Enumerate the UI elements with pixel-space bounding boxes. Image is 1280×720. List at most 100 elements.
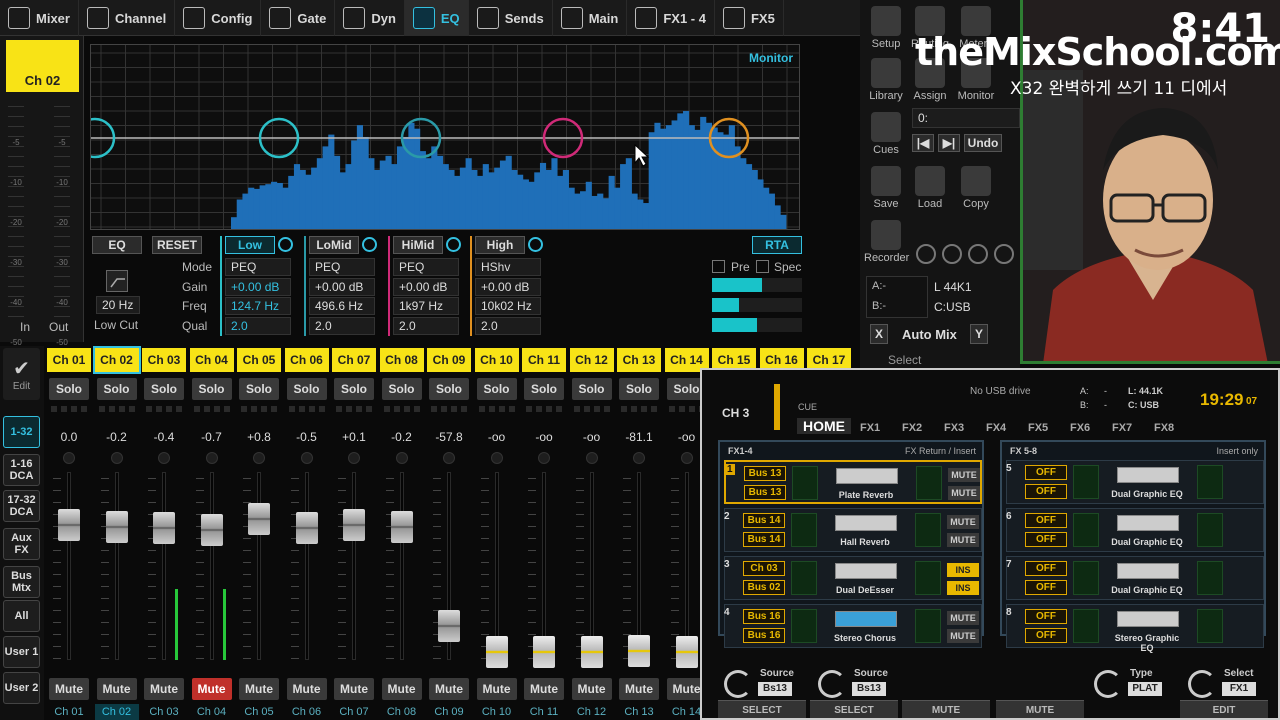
x32-tab-fx3[interactable]: FX3 [944,422,964,434]
power-icon[interactable] [446,237,461,252]
band-lomid-button[interactable]: LoMid [309,236,359,254]
layer-user-2-button[interactable]: User 2 [3,672,40,704]
band-freq-field[interactable]: 496.6 Hz [309,297,375,315]
solo-button[interactable]: Solo [381,378,422,400]
pan-knob[interactable] [680,452,693,464]
mute-button[interactable]: MUTE [947,611,979,625]
band-gain-field[interactable]: +0.00 dB [225,277,291,296]
rewind-icon[interactable] [968,244,988,264]
solo-button[interactable]: Solo [524,378,564,400]
lowcut-freq[interactable]: 20 Hz [96,296,140,314]
strip-name[interactable]: Ch 01 [47,348,91,372]
pan-knob[interactable] [205,452,218,464]
strip-name[interactable]: Ch 02 [92,346,141,374]
solo-button[interactable]: Solo [144,378,184,400]
band-mode-field[interactable]: PEQ [309,258,375,276]
pre-checkbox[interactable] [712,260,725,273]
fx-source-b[interactable]: OFF [1025,532,1067,547]
fader-cap[interactable] [580,636,603,669]
encoder-knob-icon[interactable] [1094,670,1122,698]
channel-select[interactable]: Ch 02 [6,40,79,92]
band-freq-field[interactable]: 10k02 Hz [475,297,541,315]
panel-recorder-button[interactable]: Recorder [864,220,909,264]
encoder-knob-icon[interactable] [1188,670,1216,698]
layer-17-32-dca-button[interactable]: 17-32 DCA [3,490,40,522]
x32-tab-fx4[interactable]: FX4 [986,422,1006,434]
solo-button[interactable]: Solo [476,378,517,400]
pan-knob[interactable] [443,452,455,464]
band-low-button[interactable]: Low [225,236,275,254]
pan-knob[interactable] [253,452,265,464]
fx-slot-row[interactable]: 2 Bus 14 Bus 14 Hall Reverb MUTE MUTE [724,508,982,552]
strip-name[interactable]: Ch 13 [617,348,661,372]
spec-checkbox[interactable] [756,260,769,273]
fx-source-b[interactable]: OFF [1025,580,1067,595]
tab-sends[interactable]: Sends [469,0,553,36]
x32-tab-fx8[interactable]: FX8 [1154,422,1174,434]
x32-tab-home[interactable]: HOME [797,418,851,434]
solo-button[interactable]: Solo [191,378,232,400]
tab-mixer[interactable]: Mixer [0,0,79,36]
edit-button[interactable]: ✔ Edit [3,348,40,400]
tab-config[interactable]: Config [175,0,262,36]
eq-button[interactable]: EQ [92,236,142,254]
strip-name[interactable]: Ch 09 [427,348,471,372]
band-high-button[interactable]: High [475,236,525,254]
fx-source-b[interactable]: Bus 16 [743,628,785,643]
fader-cap[interactable] [295,512,318,545]
strip-name[interactable]: Ch 07 [332,348,376,372]
layer-bus-mtx-button[interactable]: Bus Mtx [3,566,40,598]
fx-source-a[interactable]: OFF [1025,465,1067,480]
band-mode-field[interactable]: PEQ [393,258,459,276]
mute-button[interactable]: Mute [239,678,279,700]
strip-name[interactable]: Ch 05 [237,348,281,372]
fx-slot-row[interactable]: 5 OFF OFF Dual Graphic EQ [1006,460,1264,504]
layer-1-32-button[interactable]: 1-32 [3,416,40,448]
strip-name[interactable]: Ch 08 [379,348,424,372]
x32-tab-fx2[interactable]: FX2 [902,422,922,434]
x32-tab-fx7[interactable]: FX7 [1112,422,1132,434]
x-button[interactable]: X [870,324,888,344]
lowcut-icon[interactable] [106,270,128,292]
pan-knob[interactable] [63,452,75,464]
monitor-label[interactable]: Monitor [749,51,793,65]
tab-fx1-4[interactable]: FX1 - 4 [627,0,715,36]
fader-cap[interactable] [675,636,698,669]
strip-name[interactable]: Ch 10 [474,348,519,372]
fader-cap[interactable] [153,512,175,545]
undo-button[interactable]: Undo [964,134,1002,152]
panel-save-button[interactable]: Save [864,166,908,210]
pan-knob[interactable] [395,452,408,464]
mute-button[interactable]: Mute [571,678,612,700]
reset-button[interactable]: RESET [152,236,202,254]
encoder-knob-icon[interactable] [724,670,752,698]
tab-gate[interactable]: Gate [261,0,336,36]
panel-setup-button[interactable]: Setup [864,6,908,50]
layer-all-button[interactable]: All [3,600,40,632]
fader-cap[interactable] [200,514,223,547]
power-icon[interactable] [362,237,377,252]
band-gain-field[interactable]: +0.00 dB [475,277,541,296]
cue-field[interactable]: 0: [912,108,1020,128]
mute-button[interactable]: Mute [144,678,184,700]
pan-knob[interactable] [538,452,550,464]
mute-button[interactable]: Mute [191,678,232,700]
solo-button[interactable]: Solo [96,378,137,400]
stop-icon[interactable] [916,244,936,264]
x32-select-button[interactable]: SELECT [810,700,898,718]
strip-name[interactable]: Ch 12 [569,348,614,372]
play-icon[interactable] [942,244,962,264]
mute-button[interactable]: MUTE [948,468,980,482]
fx-slot-row[interactable]: 7 OFF OFF Dual Graphic EQ [1006,556,1264,600]
pan-knob[interactable] [300,452,313,464]
tab-dyn[interactable]: Dyn [335,0,405,36]
fx-source-a[interactable]: Bus 13 [744,466,786,481]
y-button[interactable]: Y [970,324,988,344]
fx-slot-row[interactable]: 1 Bus 13 Bus 13 Plate Reverb MUTE MUTE [724,460,982,504]
fx-source-a[interactable]: OFF [1025,609,1067,624]
mute-button[interactable]: MUTE [948,486,980,500]
next-cue-icon[interactable]: ▶| [938,134,960,152]
pan-knob[interactable] [158,452,170,464]
fx-slot-row[interactable]: 6 OFF OFF Dual Graphic EQ [1006,508,1264,552]
fx-source-a[interactable]: Ch 03 [743,561,785,576]
